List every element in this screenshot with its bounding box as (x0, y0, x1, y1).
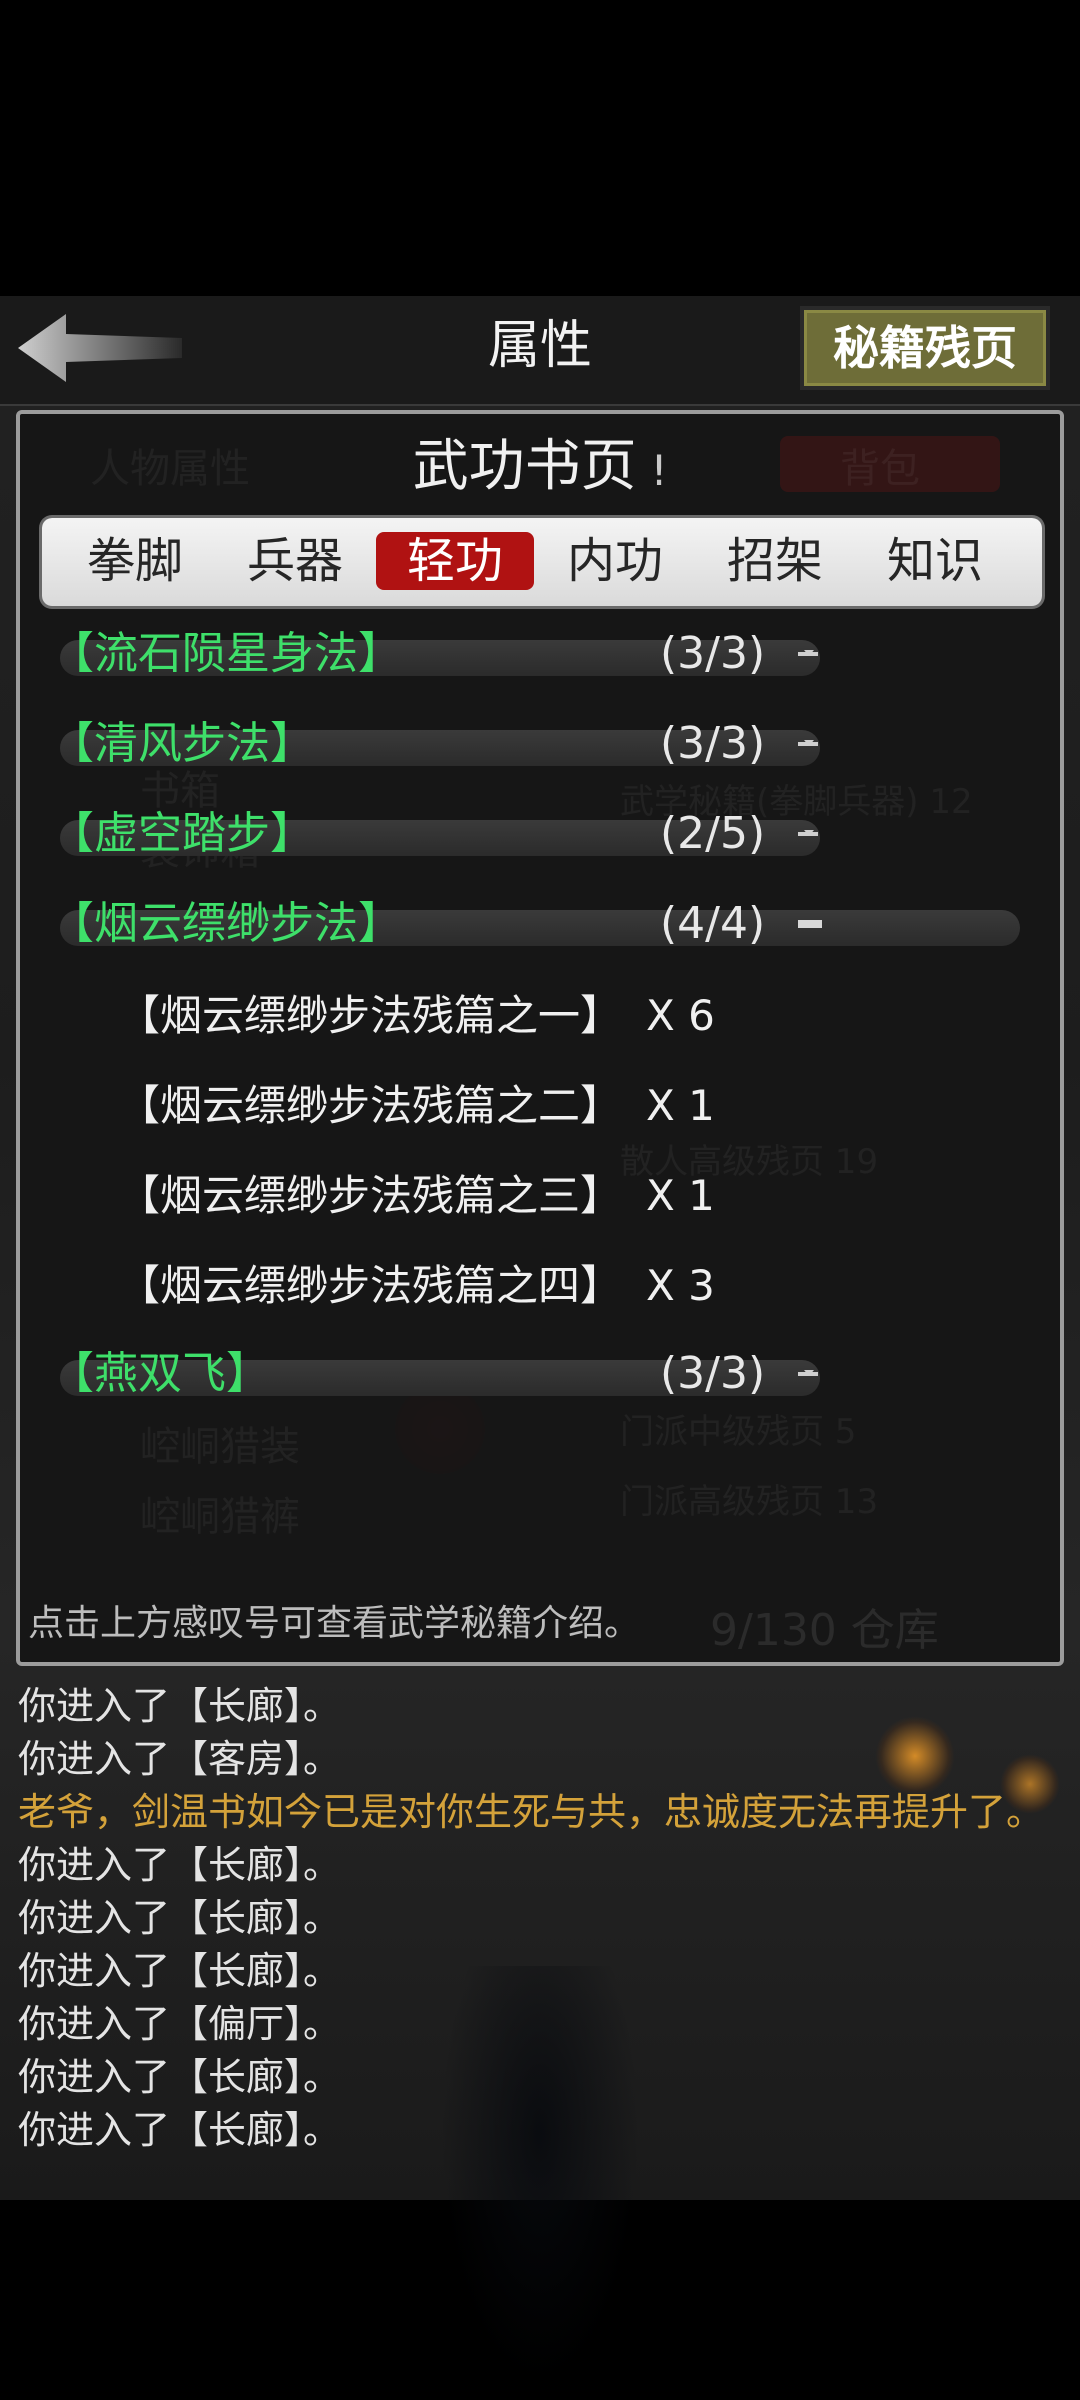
skill-name: 【清风步法】 (50, 718, 314, 769)
tab-weapon[interactable]: 兵器 (216, 532, 374, 590)
skill-count: (3/3) (660, 718, 766, 769)
skill-count: (3/3) (660, 1348, 766, 1399)
hint-text: 点击上方感叹号可查看武学秘籍介绍。 (28, 1603, 641, 1644)
fragment-qty: X 6 (646, 991, 715, 1040)
skill-row[interactable]: 【清风步法】 (3/3) (50, 716, 840, 769)
skill-row[interactable]: 【虚空踏步】 (2/5) (50, 806, 840, 859)
panel-title-text: 武功书页 (412, 434, 637, 499)
fragment-item[interactable]: 【烟云缥缈步法残篇之三】 X 1 (118, 1168, 715, 1224)
fragment-name: 【烟云缥缈步法残篇之三】 (118, 1171, 623, 1220)
log-line: 你进入了【长廊】。 (18, 2108, 342, 2152)
message-log: 你进入了【长廊】。 你进入了【客房】。 老爷，剑温书如今已是对你生死与共，忠诚度… (18, 1680, 1058, 2157)
log-line: 你进入了【偏厅】。 (18, 2002, 342, 2046)
info-exclamation-icon[interactable]: ! (651, 446, 668, 495)
tab-knowledge[interactable]: 知识 (856, 532, 1014, 590)
tab-lightness[interactable]: 轻功 (376, 532, 534, 590)
skill-count: (3/3) (660, 628, 766, 679)
log-line: 你进入了【长廊】。 (18, 1949, 342, 1993)
ghost-secret: 门派高级残页 13 (620, 1482, 879, 1522)
page-title: 属性 (487, 316, 592, 376)
chevron-down-icon (798, 740, 818, 746)
skill-count: (2/5) (660, 808, 766, 859)
fragment-name: 【烟云缥缈步法残篇之二】 (118, 1081, 623, 1130)
log-line: 你进入了【长廊】。 (18, 2055, 342, 2099)
fragment-qty: X 1 (646, 1171, 715, 1220)
log-line: 你进入了【客房】。 (18, 1737, 342, 1781)
tab-fist[interactable]: 拳脚 (56, 532, 214, 590)
log-line-system: 老爷，剑温书如今已是对你生死与共，忠诚度无法再提升了。 (18, 1790, 1045, 1834)
skill-name: 【烟云缥缈步法】 (50, 898, 402, 949)
log-line: 你进入了【长廊】。 (18, 1896, 342, 1940)
skill-count: (4/4) (660, 898, 766, 949)
panel-title: 武功书页! (20, 432, 1060, 506)
fragment-qty: X 1 (646, 1081, 715, 1130)
secret-pages-button[interactable]: 秘籍残页 (800, 306, 1050, 390)
chevron-down-icon (798, 650, 818, 656)
fragment-qty: X 3 (646, 1261, 715, 1310)
tab-parry[interactable]: 招架 (696, 532, 854, 590)
skill-row-expanded[interactable]: 【烟云缥缈步法】 (4/4) (50, 896, 1040, 949)
ghost-item: 崆峒猎裤 (140, 1494, 300, 1540)
skill-pages-panel: 人物属性 背包 书箱 装饰箱 崆峒猎装 崆峒猎裤 武学秘籍(拳脚兵器) 12 散… (16, 410, 1064, 1666)
ghost-item: 崆峒猎装 (140, 1424, 300, 1470)
skill-row[interactable]: 【燕双飞】 (3/3) (50, 1346, 840, 1399)
fragment-item[interactable]: 【烟云缥缈步法残篇之四】 X 3 (118, 1258, 715, 1314)
skill-name: 【燕双飞】 (50, 1348, 270, 1399)
skill-name: 【虚空踏步】 (50, 808, 314, 859)
skill-name: 【流石陨星身法】 (50, 628, 402, 679)
fragment-name: 【烟云缥缈步法残篇之四】 (118, 1261, 623, 1310)
fragment-name: 【烟云缥缈步法残篇之一】 (118, 991, 623, 1040)
tab-inner[interactable]: 内功 (536, 532, 694, 590)
fragment-item[interactable]: 【烟云缥缈步法残篇之二】 X 1 (118, 1078, 715, 1134)
log-line: 你进入了【长廊】。 (18, 1684, 342, 1728)
skill-row[interactable]: 【流石陨星身法】 (3/3) (50, 626, 840, 679)
chevron-down-icon (798, 830, 818, 836)
storage-ghost: 9/130 仓库 (710, 1605, 939, 1656)
skill-category-tabs: 拳脚 兵器 轻功 内功 招架 知识 (42, 518, 1042, 606)
ghost-secret: 门派中级残页 5 (620, 1412, 857, 1452)
fragment-item[interactable]: 【烟云缥缈步法残篇之一】 X 6 (118, 988, 715, 1044)
chevron-down-icon (798, 1370, 818, 1376)
collapse-minus-icon (798, 920, 822, 928)
back-arrow-icon[interactable] (14, 310, 184, 386)
log-line: 你进入了【长廊】。 (18, 1843, 342, 1887)
